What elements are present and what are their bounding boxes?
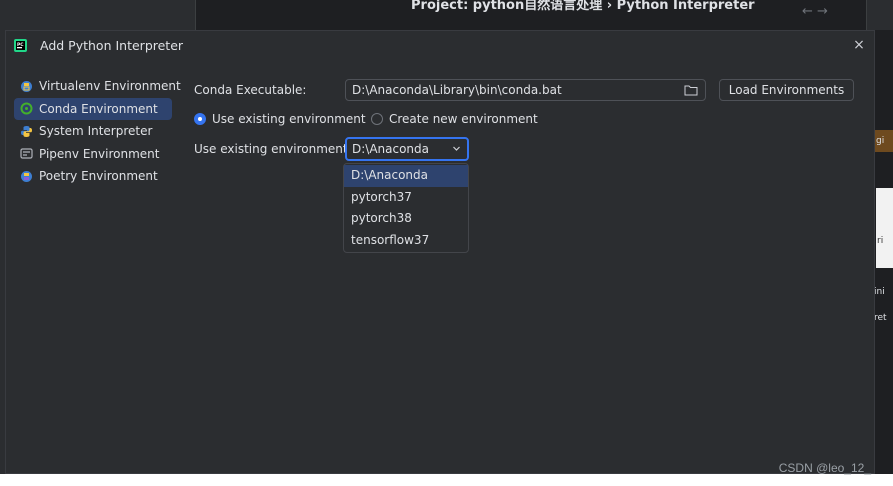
conda-executable-label: Conda Executable: (194, 83, 307, 97)
python-icon (19, 124, 33, 138)
sidebar-item-label: System Interpreter (39, 124, 153, 138)
use-existing-radio-label: Use existing environment (212, 112, 366, 126)
editor-text-fragment: gi (876, 136, 885, 146)
interpreter-type-list: Virtualenv Environment Conda Environment (14, 75, 181, 188)
close-icon[interactable]: × (850, 36, 868, 54)
conda-executable-field[interactable]: D:\Anaconda\Library\bin\conda.bat (345, 79, 706, 101)
screen: Project: python自然语言处理 › Python Interpret… (0, 0, 893, 486)
poetry-icon (19, 169, 33, 183)
sidebar-item-poetry[interactable]: Poetry Environment (14, 165, 172, 187)
page-bottom-margin (0, 474, 893, 486)
environment-select[interactable]: D:\Anaconda (345, 137, 469, 161)
sidebar-item-pipenv[interactable]: Pipenv Environment (14, 143, 172, 165)
existing-environment-label: Use existing environment: (194, 142, 352, 156)
sidebar-item-label: Pipenv Environment (39, 146, 160, 161)
sidebar-item-label: Virtualenv Environment (39, 79, 181, 93)
watermark: CSDN @leo_12_ (778, 461, 871, 475)
environment-dropdown-list: D:\Anaconda pytorch37 pytorch38 tensorfl… (343, 163, 469, 253)
sidebar-item-label: Poetry Environment (39, 169, 158, 183)
use-existing-radio[interactable]: Use existing environment (194, 112, 366, 126)
create-new-radio[interactable]: Create new environment (371, 112, 538, 126)
editor-text-fragment: ri (877, 236, 884, 246)
environment-select-value: D:\Anaconda (352, 142, 430, 156)
editor-text-fragment: ret (874, 313, 887, 323)
svg-text:PC: PC (17, 42, 24, 48)
editor-white-block (876, 188, 893, 268)
create-new-radio-label: Create new environment (389, 112, 538, 126)
pycharm-icon: PC (14, 39, 27, 52)
conda-executable-value: D:\Anaconda\Library\bin\conda.bat (352, 83, 562, 97)
sidebar-item-system-interpreter[interactable]: System Interpreter (14, 120, 172, 142)
pipenv-icon (19, 147, 33, 161)
dropdown-option[interactable]: pytorch38 (344, 208, 468, 230)
radio-selected-icon[interactable] (194, 113, 206, 125)
load-environments-button[interactable]: Load Environments (719, 79, 854, 101)
nav-arrows[interactable]: ← → (802, 4, 828, 19)
conda-icon (19, 102, 33, 116)
radio-unselected-icon[interactable] (371, 113, 383, 125)
dialog-header: PC Add Python Interpreter × (6, 31, 874, 61)
editor-text-fragment: ini (874, 287, 885, 297)
folder-icon[interactable] (684, 84, 698, 96)
dropdown-option[interactable]: pytorch37 (344, 187, 468, 209)
settings-breadcrumb: Project: python自然语言处理 › Python Interpret… (411, 0, 755, 13)
sidebar-item-label: Conda Environment (39, 101, 158, 116)
sidebar-item-virtualenv[interactable]: Virtualenv Environment (14, 75, 181, 97)
virtualenv-icon (19, 79, 33, 93)
add-python-interpreter-dialog: PC Add Python Interpreter × Virtualenv E… (5, 30, 875, 474)
dialog-title: Add Python Interpreter (40, 38, 184, 53)
settings-header-tab: Project: python自然语言处理 › Python Interpret… (195, 0, 867, 30)
dropdown-option[interactable]: D:\Anaconda (344, 165, 468, 187)
sidebar-item-conda[interactable]: Conda Environment (14, 97, 172, 120)
dropdown-option[interactable]: tensorflow37 (344, 230, 468, 252)
chevron-down-icon (453, 146, 460, 151)
